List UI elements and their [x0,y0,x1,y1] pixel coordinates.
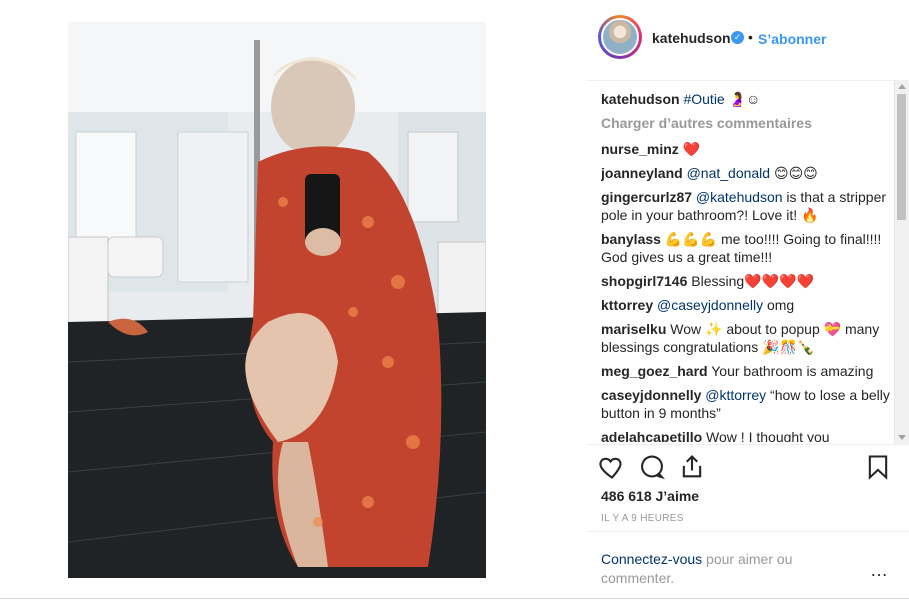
comment-item: banylass 💪💪💪 me too!!!! Going to final!!… [601,230,891,266]
login-link[interactable]: Connectez-vous [601,551,702,567]
comment-text: Your bathroom is amazing [711,363,874,379]
comment-mention[interactable]: @nat_donald [687,165,771,181]
comment-username[interactable]: nurse_minz [601,141,679,157]
comments-list: katehudson #Outie 🤰☺ Charger d’autres co… [601,90,891,442]
load-more-comments[interactable]: Charger d’autres commentaires [601,114,891,132]
scroll-thumb[interactable] [897,94,906,220]
comment-item: gingercurlz87 @katehudson is that a stri… [601,188,891,224]
comment-mention[interactable]: @kttorrey [705,387,766,403]
post-media [0,0,586,601]
comment-text: Blessing❤️❤️❤️❤️ [691,273,814,289]
story-ring[interactable] [598,15,642,59]
comment-username[interactable]: caseyjdonnelly [601,387,701,403]
action-bar [586,444,909,491]
bookmark-icon[interactable] [864,453,892,481]
follow-button[interactable]: S’abonner [758,31,826,47]
comment-text: omg [763,297,795,313]
comment-text: 😊😊😊 [770,165,818,181]
post-header: katehudson ✓ • S’abonner [586,0,909,81]
comment-item: kttorrey @caseyjdonnelly omg [601,296,891,314]
photo-illustration [68,22,486,578]
comment-text: Wow ! I thought you [706,429,830,442]
comment-username[interactable]: banylass [601,231,661,247]
comment-item: meg_goez_hard Your bathroom is amazing [601,362,891,380]
more-options-icon[interactable]: … [870,560,889,581]
separator-dot: • [748,29,753,45]
comment-username[interactable]: kttorrey [601,297,653,313]
comment-item: adelahcapetillo Wow ! I thought you [601,428,891,442]
comment-username[interactable]: joanneyland [601,165,683,181]
scroll-up-icon[interactable] [898,84,906,89]
post-timestamp[interactable]: IL Y A 9 HEURES [601,513,684,524]
comment-username[interactable]: adelahcapetillo [601,429,702,442]
login-prompt: Connectez-vous pour aimer ou commenter. [601,550,821,588]
verified-icon: ✓ [731,31,744,44]
heart-icon[interactable] [598,453,626,481]
share-icon[interactable] [678,453,706,481]
post-sidebar: katehudson ✓ • S’abonner katehudson #Out… [586,0,909,601]
comment-username[interactable]: mariselku [601,321,666,337]
comments-scrollbar[interactable] [894,80,909,444]
comment-mention[interactable]: @caseyjdonnelly [657,297,763,313]
header-username[interactable]: katehudson [652,30,731,46]
caption-username[interactable]: katehudson [601,91,680,107]
divider [0,598,909,599]
comment-item: shopgirl7146 Blessing❤️❤️❤️❤️ [601,272,891,290]
comment-item: caseyjdonnelly @kttorrey “how to lose a … [601,386,891,422]
like-count[interactable]: 486 618 J’aime [601,488,699,504]
comment-text: ❤️ [682,141,701,157]
comment-username[interactable]: meg_goez_hard [601,363,708,379]
comment-item: mariselku Wow ✨ about to popup 💝 many bl… [601,320,891,356]
scroll-down-icon[interactable] [898,435,906,440]
comment-username[interactable]: shopgirl7146 [601,273,687,289]
login-footer: Connectez-vous pour aimer ou commenter. … [586,531,909,602]
comment-icon[interactable] [638,453,666,481]
comment-username[interactable]: gingercurlz87 [601,189,692,205]
caption-hashtag[interactable]: #Outie [683,91,724,107]
avatar[interactable] [601,18,639,56]
caption-emoji: 🤰☺ [728,91,761,107]
caption: katehudson #Outie 🤰☺ [601,90,891,108]
post-photo [68,22,486,578]
comment-item: joanneyland @nat_donald 😊😊😊 [601,164,891,182]
comment-mention[interactable]: @katehudson [696,189,783,205]
comment-item: nurse_minz ❤️ [601,140,891,158]
